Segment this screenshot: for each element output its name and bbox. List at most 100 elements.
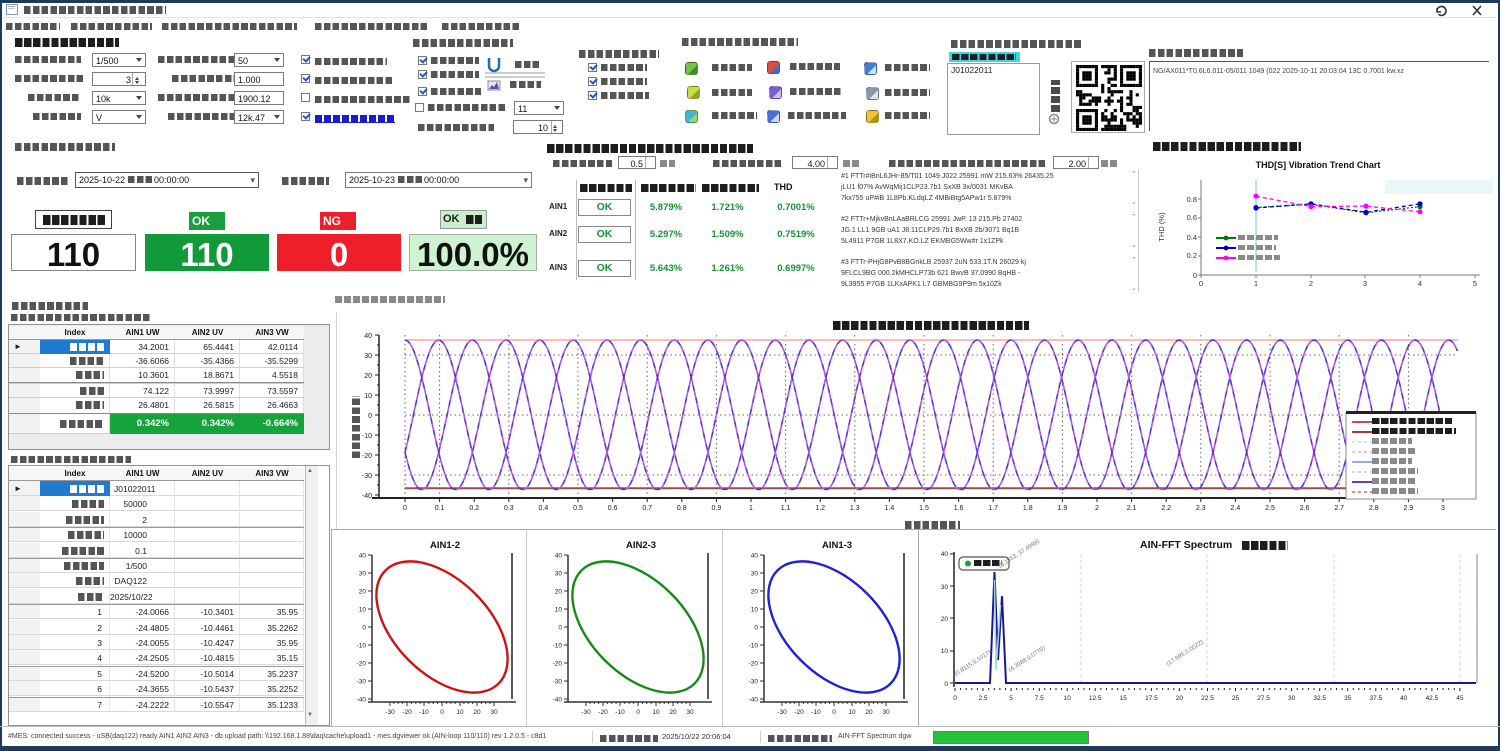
- svg-text:(0.8115,0.1017): (0.8115,0.1017): [954, 650, 992, 678]
- svg-text:0.8: 0.8: [1187, 195, 1197, 204]
- svg-text:30: 30: [686, 709, 694, 716]
- svg-text:1.9: 1.9: [1058, 505, 1068, 512]
- svg-text:-30: -30: [749, 679, 759, 686]
- svg-text:0.9: 0.9: [712, 505, 722, 512]
- svg-text:5: 5: [1009, 695, 1013, 702]
- svg-text:30: 30: [364, 353, 372, 360]
- svg-text:-30: -30: [581, 709, 591, 716]
- svg-text:-10: -10: [749, 643, 759, 650]
- svg-text:7.5: 7.5: [1035, 695, 1044, 702]
- svg-text:0: 0: [362, 625, 366, 632]
- svg-text:-20: -20: [357, 661, 367, 668]
- svg-text:AIN1-3: AIN1-3: [822, 540, 852, 551]
- svg-text:10: 10: [751, 607, 759, 614]
- svg-text:40: 40: [941, 551, 949, 558]
- svg-text:THD[S] Vibration Trend Chart: THD[S] Vibration Trend Chart: [1256, 160, 1381, 170]
- svg-text:0: 0: [754, 625, 758, 632]
- svg-text:-10: -10: [811, 709, 821, 716]
- svg-text:0.5: 0.5: [573, 505, 583, 512]
- svg-text:2: 2: [1309, 279, 1313, 288]
- svg-text:27.5: 27.5: [1257, 695, 1270, 702]
- svg-text:2.6: 2.6: [1300, 505, 1310, 512]
- svg-text:0: 0: [403, 505, 407, 512]
- svg-text:0.4: 0.4: [1187, 233, 1197, 242]
- svg-text:10: 10: [1064, 695, 1072, 702]
- svg-text:30: 30: [751, 571, 759, 578]
- svg-text:-10: -10: [357, 643, 367, 650]
- svg-text:35: 35: [1344, 695, 1352, 702]
- svg-text:40: 40: [364, 333, 372, 340]
- svg-text:20: 20: [359, 589, 367, 596]
- svg-text:3: 3: [1441, 505, 1445, 512]
- svg-text:20: 20: [1176, 695, 1184, 702]
- svg-text:20: 20: [865, 709, 873, 716]
- svg-text:1: 1: [749, 505, 753, 512]
- svg-text:45: 45: [1456, 695, 1464, 702]
- svg-text:AIN-FFT Spectrum: AIN-FFT Spectrum: [1140, 539, 1232, 551]
- svg-text:-20: -20: [794, 709, 804, 716]
- svg-text:0.3: 0.3: [504, 505, 514, 512]
- svg-text:-20: -20: [749, 661, 759, 668]
- svg-text:1.4: 1.4: [885, 505, 895, 512]
- svg-text:1.2: 1.2: [815, 505, 825, 512]
- svg-text:1.8: 1.8: [1023, 505, 1033, 512]
- svg-text:THD (%): THD (%): [1157, 212, 1166, 242]
- svg-text:2.5: 2.5: [978, 695, 987, 702]
- svg-text:0.2: 0.2: [469, 505, 479, 512]
- svg-text:-10: -10: [419, 709, 429, 716]
- svg-text:AIN2-3: AIN2-3: [626, 540, 656, 551]
- svg-text:0: 0: [944, 681, 948, 688]
- svg-text:(4.3988,0.0775): (4.3988,0.0775): [1008, 646, 1047, 674]
- svg-text:3: 3: [1363, 279, 1367, 288]
- svg-text:0: 0: [636, 709, 640, 716]
- svg-text:2: 2: [1095, 505, 1099, 512]
- svg-text:0.7: 0.7: [642, 505, 652, 512]
- svg-text:-20: -20: [598, 709, 608, 716]
- svg-text:12.5: 12.5: [1089, 695, 1102, 702]
- svg-text:0: 0: [440, 709, 444, 716]
- svg-text:-40: -40: [362, 493, 372, 500]
- svg-text:1: 1: [1254, 279, 1258, 288]
- svg-text:30: 30: [882, 709, 890, 716]
- svg-text:30: 30: [490, 709, 498, 716]
- svg-text:-40: -40: [357, 697, 367, 704]
- svg-text:30: 30: [1288, 695, 1296, 702]
- svg-text:2.3: 2.3: [1196, 505, 1206, 512]
- svg-text:-40: -40: [553, 697, 563, 704]
- svg-text:1.7: 1.7: [988, 505, 998, 512]
- svg-text:1.5: 1.5: [919, 505, 929, 512]
- svg-text:40: 40: [359, 553, 367, 560]
- svg-text:0: 0: [368, 413, 372, 420]
- svg-text:10: 10: [848, 709, 856, 716]
- svg-text:30: 30: [555, 571, 563, 578]
- svg-text:0: 0: [953, 695, 957, 702]
- svg-text:-10: -10: [615, 709, 625, 716]
- svg-text:22.5: 22.5: [1201, 695, 1214, 702]
- svg-text:25: 25: [1232, 695, 1240, 702]
- svg-text:20: 20: [669, 709, 677, 716]
- svg-text:-30: -30: [553, 679, 563, 686]
- svg-text:40: 40: [555, 553, 563, 560]
- svg-text:5: 5: [1473, 279, 1477, 288]
- svg-text:2.8: 2.8: [1369, 505, 1379, 512]
- svg-text:30: 30: [941, 584, 949, 591]
- svg-text:0: 0: [1193, 271, 1197, 280]
- svg-text:42.5: 42.5: [1426, 695, 1439, 702]
- svg-text:0.6: 0.6: [1187, 213, 1197, 222]
- svg-text:-30: -30: [385, 709, 395, 716]
- svg-text:2.9: 2.9: [1404, 505, 1414, 512]
- svg-text:0.8: 0.8: [677, 505, 687, 512]
- svg-text:40: 40: [1400, 695, 1408, 702]
- svg-text:17.5: 17.5: [1145, 695, 1158, 702]
- svg-text:10: 10: [652, 709, 660, 716]
- svg-text:10: 10: [941, 648, 949, 655]
- svg-text:-30: -30: [362, 473, 372, 480]
- svg-text:20: 20: [364, 373, 372, 380]
- svg-text:10: 10: [555, 607, 563, 614]
- svg-text:32.5: 32.5: [1313, 695, 1326, 702]
- svg-text:10: 10: [364, 393, 372, 400]
- svg-text:1.3: 1.3: [850, 505, 860, 512]
- svg-text:20: 20: [473, 709, 481, 716]
- svg-text:37.5: 37.5: [1369, 695, 1382, 702]
- svg-text:20: 20: [941, 616, 949, 623]
